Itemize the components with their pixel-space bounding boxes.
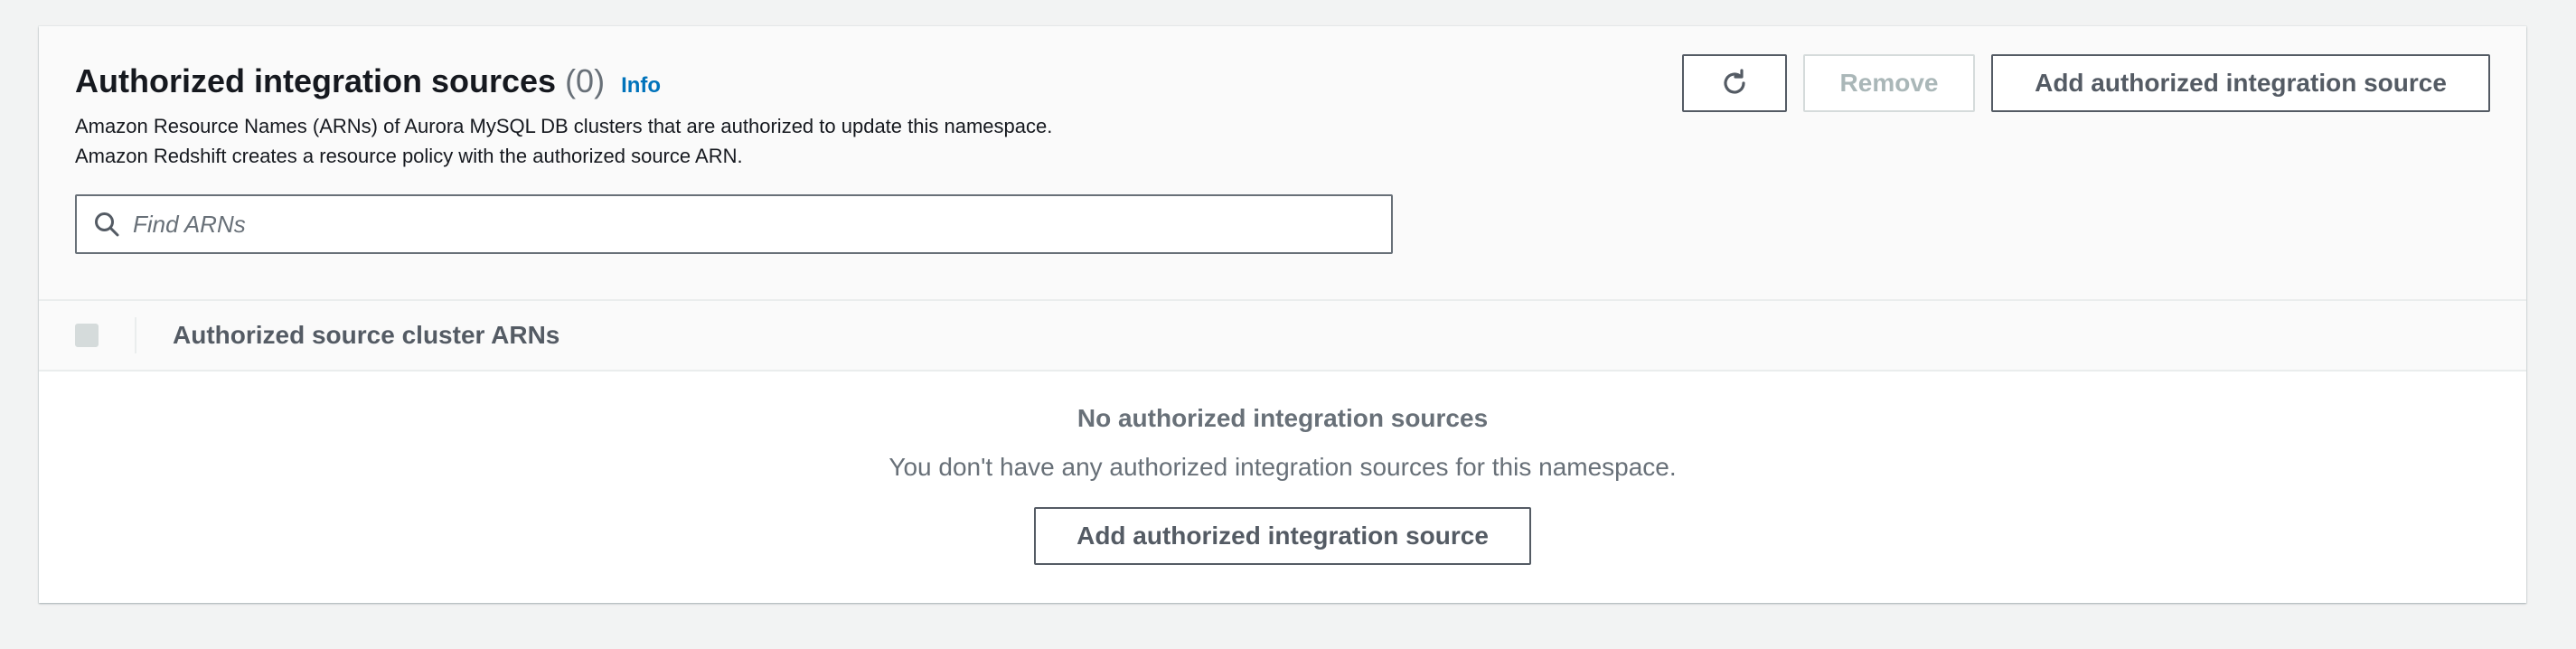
authorized-integration-sources-panel: Authorized integration sources (0) Info … bbox=[39, 26, 2526, 603]
column-divider bbox=[135, 317, 136, 353]
description-line-2: Amazon Redshift creates a resource polic… bbox=[75, 145, 743, 167]
empty-state-title: No authorized integration sources bbox=[1076, 404, 1489, 432]
empty-add-authorized-integration-source-button[interactable]: Add authorized integration source bbox=[1034, 507, 1531, 565]
add-authorized-integration-source-button[interactable]: Add authorized integration source bbox=[1991, 54, 2490, 112]
info-link[interactable]: Info bbox=[621, 73, 661, 99]
table-header-row: Authorized source cluster ARNs bbox=[39, 301, 2526, 372]
search-icon bbox=[91, 209, 122, 240]
refresh-button[interactable] bbox=[1682, 54, 1787, 112]
select-all-checkbox[interactable] bbox=[75, 324, 99, 347]
empty-state-description: You don't have any authorized integratio… bbox=[888, 453, 1677, 481]
empty-state-actions: Add authorized integration source bbox=[39, 507, 2526, 565]
search-input[interactable] bbox=[133, 202, 1362, 247]
title-row: Authorized integration sources (0) Info bbox=[75, 62, 661, 100]
column-header-source-cluster-arns[interactable]: Authorized source cluster ARNs bbox=[173, 321, 559, 350]
empty-state: No authorized integration sources You do… bbox=[39, 372, 2526, 565]
search-field[interactable] bbox=[75, 194, 1393, 254]
panel-header: Authorized integration sources (0) Info … bbox=[39, 26, 2526, 301]
remove-button[interactable]: Remove bbox=[1803, 54, 1975, 112]
panel-title: Authorized integration sources bbox=[75, 62, 557, 99]
panel-description: Amazon Resource Names (ARNs) of Aurora M… bbox=[75, 111, 1052, 171]
header-actions: Remove Add authorized integration source bbox=[1682, 54, 2490, 112]
description-line-1: Amazon Resource Names (ARNs) of Aurora M… bbox=[75, 115, 1053, 137]
refresh-icon bbox=[1718, 67, 1751, 99]
item-count: (0) bbox=[565, 62, 606, 99]
